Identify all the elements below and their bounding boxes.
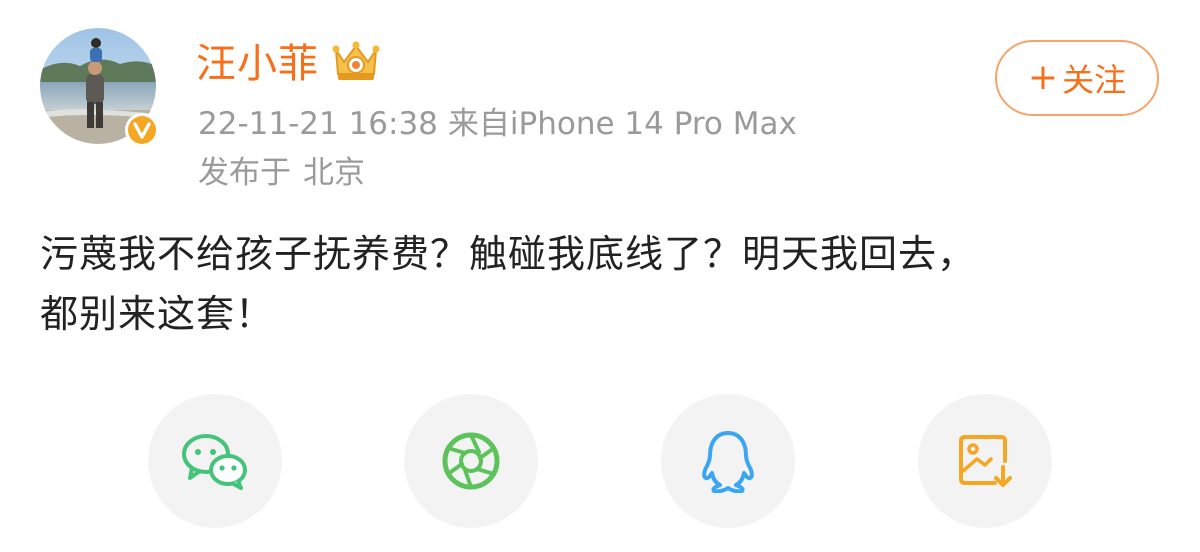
save-image-button[interactable] bbox=[918, 394, 1052, 528]
weibo-post: 汪小菲 22-11-21 16:38 来自iPhone 14 Pro Max 发布… bbox=[0, 0, 1200, 552]
post-text-line-1: 污蔑我不给孩子抚养费？触碰我底线了？明天我回去， bbox=[40, 232, 977, 276]
save-image-icon bbox=[959, 435, 1012, 487]
location-prefix: 发布于 bbox=[198, 155, 291, 191]
share-wechat-button[interactable] bbox=[148, 394, 282, 528]
username[interactable]: 汪小菲 bbox=[196, 38, 319, 90]
follow-label: 关注 bbox=[1062, 61, 1127, 99]
verified-icon bbox=[125, 113, 159, 147]
location-city: 北京 bbox=[303, 155, 365, 191]
follow-button[interactable]: + 关注 bbox=[995, 40, 1159, 116]
post-location: 发布于 北京 bbox=[198, 152, 365, 194]
post-timestamp: 22-11-21 16:38 bbox=[198, 106, 438, 142]
share-moments-button[interactable] bbox=[404, 394, 538, 528]
post-source: 来自iPhone 14 Pro Max bbox=[447, 106, 797, 142]
wechat-icon bbox=[182, 434, 247, 490]
wechat-moments-icon bbox=[442, 432, 500, 490]
post-body: 污蔑我不给孩子抚养费？触碰我底线了？明天我回去， 都别来这套！ bbox=[40, 224, 1170, 344]
avatar-container[interactable] bbox=[40, 28, 159, 147]
qq-icon bbox=[702, 431, 754, 493]
share-qq-button[interactable] bbox=[661, 394, 795, 528]
post-text-line-2: 都别来这套！ bbox=[40, 292, 275, 336]
post-meta: 22-11-21 16:38 来自iPhone 14 Pro Max bbox=[198, 103, 797, 145]
plus-icon: + bbox=[1027, 57, 1059, 98]
crown-vip-icon bbox=[332, 41, 380, 80]
